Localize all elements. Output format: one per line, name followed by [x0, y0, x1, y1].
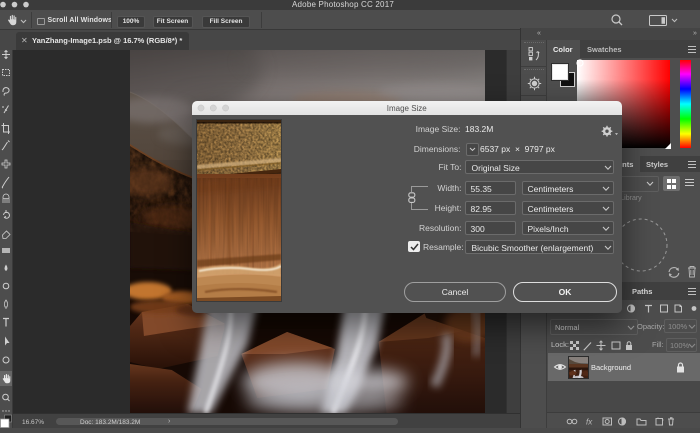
svg-text:fx: fx [586, 418, 593, 427]
